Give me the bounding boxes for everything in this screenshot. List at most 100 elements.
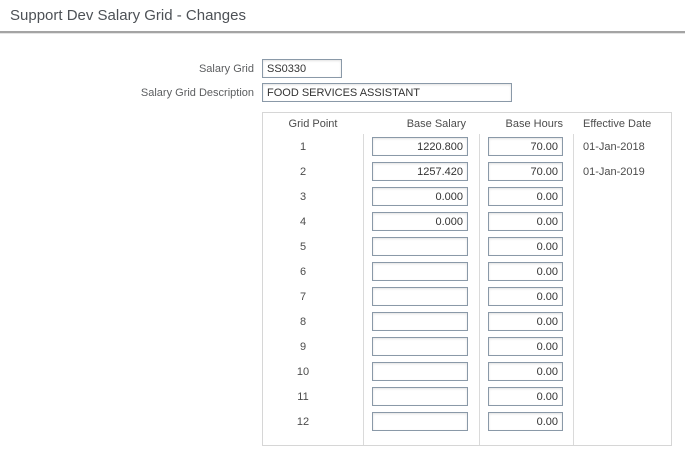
salary-grid-table: Grid Point Base Salary Base Hours Effect… [262, 112, 672, 446]
base-salary-input[interactable] [372, 312, 468, 331]
table-row: 2 01-Jan-2019 [263, 159, 671, 184]
effective-date-cell: 01-Jan-2018 [573, 141, 671, 153]
salary-grid-field-row: Salary Grid [0, 59, 342, 78]
base-salary-cell [363, 212, 479, 232]
base-hours-input[interactable] [488, 337, 563, 356]
base-hours-cell [479, 137, 573, 157]
grid-point-cell: 3 [263, 191, 363, 203]
base-salary-input[interactable] [372, 187, 468, 206]
column-separator [573, 134, 574, 445]
column-header-base-hours: Base Hours [479, 118, 573, 130]
table-row: 7 [263, 284, 671, 309]
base-salary-input[interactable] [372, 362, 468, 381]
base-hours-input[interactable] [488, 137, 563, 156]
base-hours-cell [479, 337, 573, 357]
base-salary-cell [363, 262, 479, 282]
base-hours-input[interactable] [488, 312, 563, 331]
base-salary-input[interactable] [372, 262, 468, 281]
grid-point-cell: 7 [263, 291, 363, 303]
base-hours-cell [479, 212, 573, 232]
grid-point-value: 9 [300, 341, 306, 353]
base-salary-input[interactable] [372, 287, 468, 306]
table-header-row: Grid Point Base Salary Base Hours Effect… [263, 113, 671, 134]
base-salary-cell [363, 412, 479, 432]
salary-grid-input[interactable] [262, 59, 342, 78]
base-hours-input[interactable] [488, 187, 563, 206]
base-hours-input[interactable] [488, 162, 563, 181]
grid-point-cell: 1 [263, 141, 363, 153]
base-salary-cell [363, 337, 479, 357]
base-salary-cell [363, 237, 479, 257]
salary-grid-label: Salary Grid [0, 63, 262, 75]
grid-point-value: 8 [300, 316, 306, 328]
grid-point-cell: 5 [263, 241, 363, 253]
grid-point-value: 12 [297, 416, 309, 428]
table-row: 12 [263, 409, 671, 434]
base-salary-input[interactable] [372, 162, 468, 181]
grid-point-cell: 11 [263, 391, 363, 403]
base-salary-cell [363, 387, 479, 407]
table-body: 1 01-Jan-2018 2 01-Jan-2019 3 [263, 134, 671, 445]
page: Support Dev Salary Grid - Changes Salary… [0, 0, 685, 452]
base-hours-input[interactable] [488, 362, 563, 381]
base-hours-cell [479, 387, 573, 407]
table-row: 5 [263, 234, 671, 259]
grid-point-cell: 9 [263, 341, 363, 353]
page-title: Support Dev Salary Grid - Changes [10, 7, 246, 24]
grid-point-value: 11 [297, 391, 308, 403]
column-header-grid-point: Grid Point [263, 118, 363, 130]
base-hours-input[interactable] [488, 237, 563, 256]
column-separator [363, 134, 364, 445]
table-row: 9 [263, 334, 671, 359]
base-salary-input[interactable] [372, 412, 468, 431]
base-salary-cell [363, 187, 479, 207]
base-hours-input[interactable] [488, 412, 563, 431]
base-salary-input[interactable] [372, 237, 468, 256]
base-salary-input[interactable] [372, 137, 468, 156]
grid-point-value: 10 [297, 366, 309, 378]
table-row: 11 [263, 384, 671, 409]
grid-point-cell: 10 [263, 366, 363, 378]
base-salary-input[interactable] [372, 212, 468, 231]
base-hours-cell [479, 312, 573, 332]
column-header-base-salary: Base Salary [363, 118, 479, 130]
base-salary-cell [363, 362, 479, 382]
base-hours-cell [479, 262, 573, 282]
grid-point-value: 6 [300, 266, 306, 278]
base-hours-cell [479, 412, 573, 432]
grid-point-value: 2 [300, 166, 306, 178]
base-hours-input[interactable] [488, 287, 563, 306]
grid-point-value: 4 [300, 216, 306, 228]
base-hours-cell [479, 287, 573, 307]
base-hours-input[interactable] [488, 387, 563, 406]
effective-date-cell: 01-Jan-2019 [573, 166, 671, 178]
table-row: 10 [263, 359, 671, 384]
column-separator [479, 134, 480, 445]
salary-grid-description-field-row: Salary Grid Description [0, 83, 512, 102]
grid-point-value: 7 [300, 291, 306, 303]
grid-point-value: 1 [300, 141, 306, 153]
grid-point-value: 3 [300, 191, 306, 203]
table-row: 1 01-Jan-2018 [263, 134, 671, 159]
base-hours-cell [479, 237, 573, 257]
column-header-effective-date: Effective Date [573, 118, 671, 130]
header-divider [0, 31, 685, 34]
salary-grid-description-label: Salary Grid Description [0, 87, 262, 99]
table-row: 3 [263, 184, 671, 209]
base-salary-cell [363, 287, 479, 307]
base-hours-cell [479, 362, 573, 382]
grid-point-cell: 6 [263, 266, 363, 278]
base-hours-input[interactable] [488, 212, 563, 231]
base-salary-cell [363, 312, 479, 332]
grid-point-value: 5 [300, 241, 306, 253]
base-hours-input[interactable] [488, 262, 563, 281]
base-salary-cell [363, 162, 479, 182]
grid-point-cell: 12 [263, 416, 363, 428]
base-salary-input[interactable] [372, 387, 468, 406]
base-salary-cell [363, 137, 479, 157]
grid-point-cell: 8 [263, 316, 363, 328]
table-row: 4 [263, 209, 671, 234]
salary-grid-description-input[interactable] [262, 83, 512, 102]
grid-point-cell: 2 [263, 166, 363, 178]
base-salary-input[interactable] [372, 337, 468, 356]
